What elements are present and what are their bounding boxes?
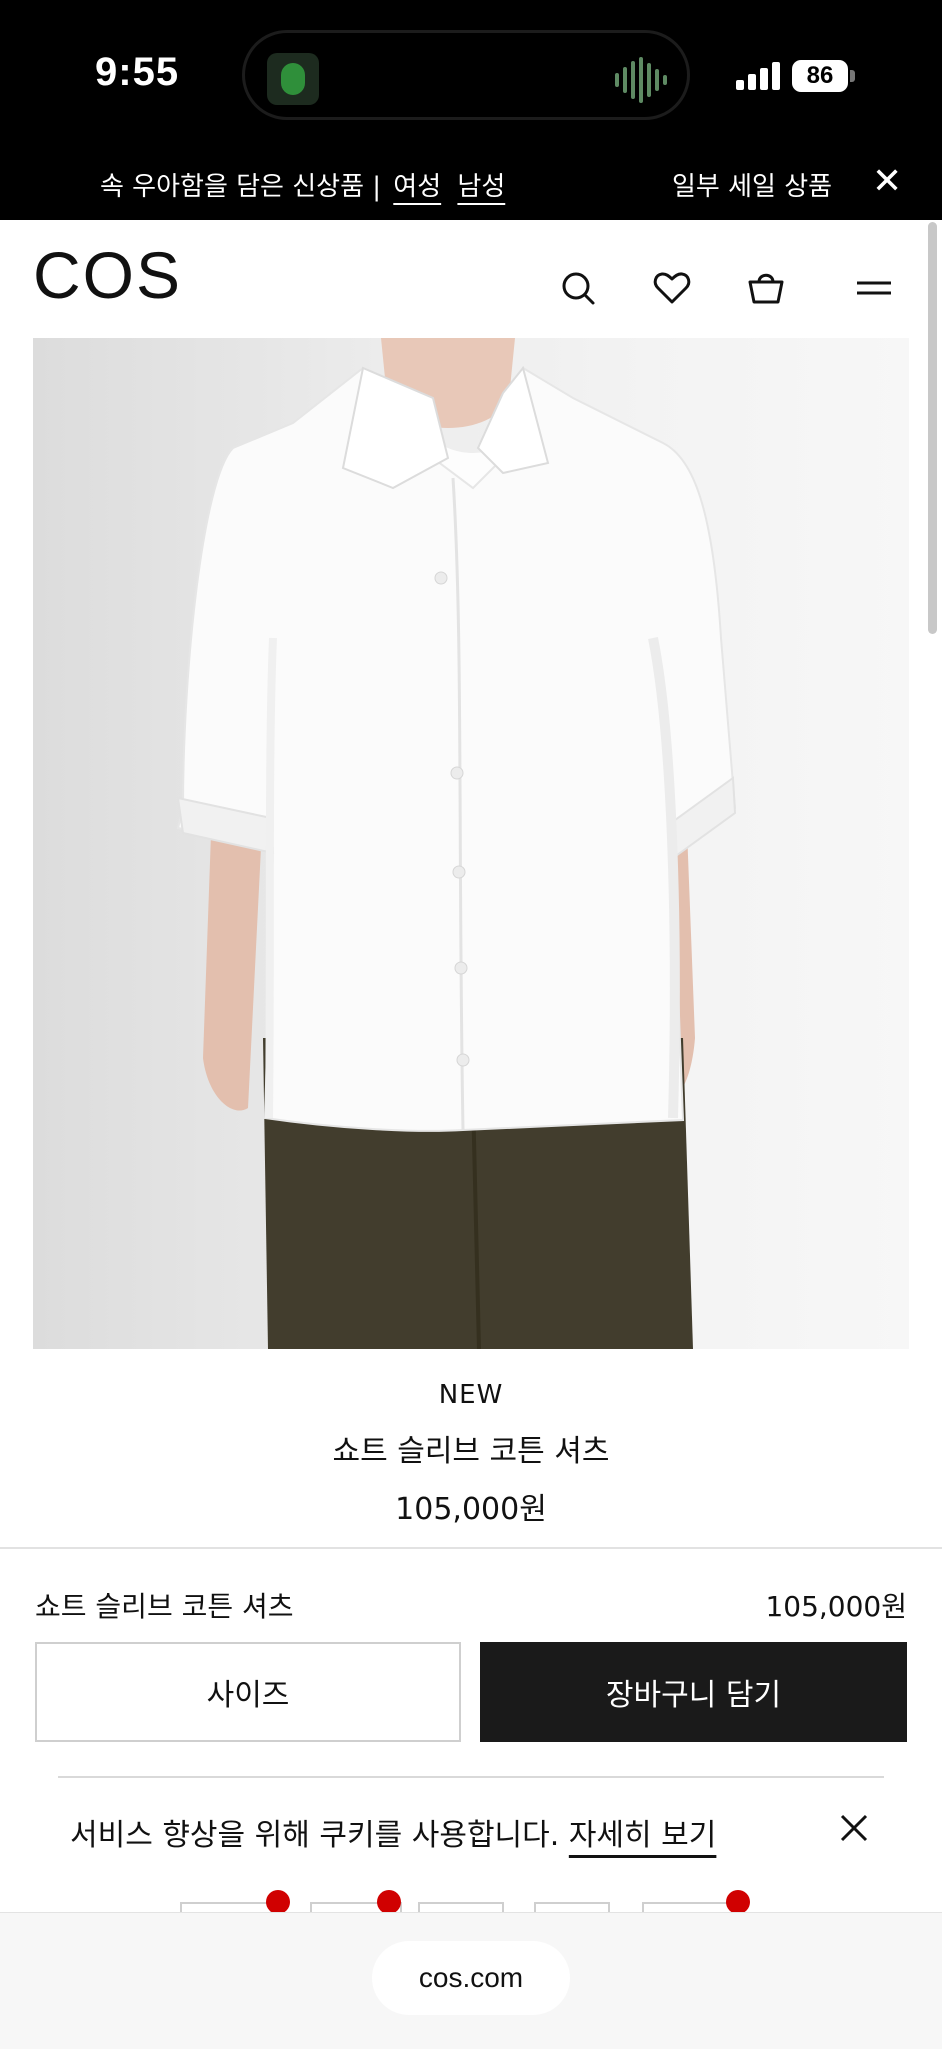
audio-waveform-icon [615, 57, 667, 103]
notification-dot [377, 1890, 401, 1914]
cookie-notice: 서비스 향상을 위해 쿠키를 사용합니다. 자세히 보기 [70, 1810, 716, 1854]
notification-dot [726, 1890, 750, 1914]
browser-bar: cos.com [0, 1912, 942, 2049]
product-price: 105,000원 [395, 1492, 547, 1527]
promo-link-men[interactable]: 남성 [453, 172, 509, 202]
site-header: COS [0, 220, 942, 337]
product-photo-illustration [176, 338, 737, 1349]
promo-banner: 속 우아함을 담은 신상품 | 여성 남성 일부 세일 상품 ✕ [0, 152, 942, 220]
promo-link-women[interactable]: 여성 [389, 172, 445, 202]
sticky-product-price: 105,000원 [765, 1590, 907, 1623]
battery-tip [850, 70, 855, 82]
cookie-more-link[interactable]: 자세히 보기 [569, 1818, 717, 1853]
status-time: 9:55 [95, 50, 180, 94]
divider [0, 1547, 942, 1549]
cos-logo[interactable]: COS [33, 242, 182, 308]
shopping-bag-icon[interactable] [746, 268, 786, 308]
cookie-divider [58, 1776, 884, 1778]
heart-icon[interactable] [652, 268, 692, 308]
sticky-product-name: 쇼트 슬리브 코튼 셔츠 [35, 1590, 294, 1623]
cellular-signal-icon [736, 62, 780, 90]
promo-message: 속 우아함을 담은 신상품 | 여성 남성 [100, 166, 509, 203]
search-icon[interactable] [558, 268, 598, 308]
now-playing-artwork [267, 53, 319, 105]
promo-sale-link[interactable]: 일부 세일 상품 [672, 166, 832, 203]
cookie-message: 서비스 향상을 위해 쿠키를 사용합니다. [70, 1818, 560, 1853]
menu-icon[interactable] [854, 268, 894, 308]
close-icon[interactable]: ✕ [872, 162, 902, 202]
scrollbar[interactable] [928, 222, 937, 634]
product-info: NEW 쇼트 슬리브 코튼 셔츠 105,000원 [0, 1380, 942, 1528]
dynamic-island[interactable] [242, 30, 690, 120]
promo-text: 속 우아함을 담은 신상품 | [100, 172, 382, 202]
battery-indicator: 86 [792, 60, 848, 92]
status-bar: 9:55 86 [0, 0, 942, 152]
product-title: 쇼트 슬리브 코튼 셔츠 [332, 1434, 610, 1469]
close-icon[interactable] [836, 1810, 872, 1846]
address-bar[interactable]: cos.com [372, 1941, 570, 2015]
new-badge: NEW [438, 1380, 504, 1410]
product-image[interactable] [33, 338, 909, 1349]
add-to-cart-button[interactable]: 장바구니 담기 [480, 1642, 907, 1742]
size-button[interactable]: 사이즈 [35, 1642, 461, 1742]
notification-dot [266, 1890, 290, 1914]
